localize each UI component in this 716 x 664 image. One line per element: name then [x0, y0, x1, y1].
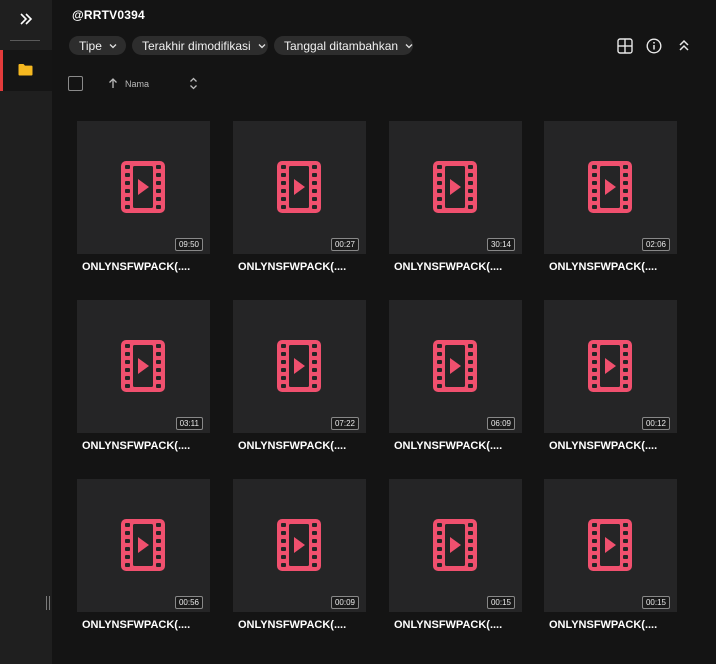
- video-duration-badge: 30:14: [486, 238, 515, 251]
- video-file-icon: [588, 340, 632, 392]
- file-name: ONLYNSFWPACK(....: [82, 261, 191, 273]
- video-duration-badge: 00:15: [641, 596, 670, 609]
- video-file-icon: [121, 519, 165, 571]
- video-duration-badge: 09:50: [174, 238, 203, 251]
- video-thumbnail: 00:12: [544, 300, 677, 433]
- video-thumbnail: 30:14: [389, 121, 522, 254]
- video-thumbnail: 02:06: [544, 121, 677, 254]
- video-duration-badge: 00:09: [330, 596, 359, 609]
- video-duration-badge: 00:27: [330, 238, 359, 251]
- video-file-tile[interactable]: 02:06 ONLYNSFWPACK(....: [544, 121, 678, 281]
- video-file-tile[interactable]: 00:15 ONLYNSFWPACK(....: [389, 479, 523, 639]
- file-name: ONLYNSFWPACK(....: [238, 440, 347, 452]
- file-name: ONLYNSFWPACK(....: [394, 619, 503, 631]
- file-name: ONLYNSFWPACK(....: [549, 619, 658, 631]
- video-file-icon: [433, 519, 477, 571]
- video-thumbnail: 03:11: [77, 300, 210, 433]
- video-thumbnail: 00:15: [389, 479, 522, 612]
- video-file-icon: [121, 340, 165, 392]
- video-file-icon: [277, 340, 321, 392]
- file-name: ONLYNSFWPACK(....: [82, 619, 191, 631]
- video-file-tile[interactable]: 00:15 ONLYNSFWPACK(....: [544, 479, 678, 639]
- file-name: ONLYNSFWPACK(....: [238, 619, 347, 631]
- video-duration-badge: 00:15: [486, 596, 515, 609]
- file-name: ONLYNSFWPACK(....: [394, 440, 503, 452]
- video-thumbnail: 00:09: [233, 479, 366, 612]
- video-file-tile[interactable]: 00:12 ONLYNSFWPACK(....: [544, 300, 678, 460]
- video-file-tile[interactable]: 06:09 ONLYNSFWPACK(....: [389, 300, 523, 460]
- file-grid: 09:50 ONLYNSFWPACK(.... 00:27 ONLYNSFWPA…: [0, 0, 716, 664]
- video-file-tile[interactable]: 09:50 ONLYNSFWPACK(....: [77, 121, 211, 281]
- video-duration-badge: 03:11: [175, 417, 203, 430]
- video-duration-badge: 02:06: [641, 238, 670, 251]
- video-file-icon: [433, 340, 477, 392]
- video-thumbnail: 00:56: [77, 479, 210, 612]
- video-thumbnail: 00:15: [544, 479, 677, 612]
- file-name: ONLYNSFWPACK(....: [549, 440, 658, 452]
- file-name: ONLYNSFWPACK(....: [238, 261, 347, 273]
- video-thumbnail: 07:22: [233, 300, 366, 433]
- video-file-icon: [433, 161, 477, 213]
- video-duration-badge: 00:56: [174, 596, 203, 609]
- file-name: ONLYNSFWPACK(....: [394, 261, 503, 273]
- video-file-tile[interactable]: 00:56 ONLYNSFWPACK(....: [77, 479, 211, 639]
- video-duration-badge: 07:22: [330, 417, 359, 430]
- video-file-tile[interactable]: 00:27 ONLYNSFWPACK(....: [233, 121, 367, 281]
- video-thumbnail: 00:27: [233, 121, 366, 254]
- video-file-tile[interactable]: 30:14 ONLYNSFWPACK(....: [389, 121, 523, 281]
- video-thumbnail: 06:09: [389, 300, 522, 433]
- video-thumbnail: 09:50: [77, 121, 210, 254]
- video-file-tile[interactable]: 00:09 ONLYNSFWPACK(....: [233, 479, 367, 639]
- file-manager: @RRTV0394 Tipe Terakhir dimodifikasi Tan…: [0, 0, 716, 664]
- video-file-tile[interactable]: 03:11 ONLYNSFWPACK(....: [77, 300, 211, 460]
- video-file-icon: [121, 161, 165, 213]
- video-duration-badge: 06:09: [486, 417, 515, 430]
- video-file-icon: [588, 161, 632, 213]
- video-file-tile[interactable]: 07:22 ONLYNSFWPACK(....: [233, 300, 367, 460]
- file-name: ONLYNSFWPACK(....: [549, 261, 658, 273]
- file-name: ONLYNSFWPACK(....: [82, 440, 191, 452]
- video-file-icon: [588, 519, 632, 571]
- video-file-icon: [277, 161, 321, 213]
- video-file-icon: [277, 519, 321, 571]
- video-duration-badge: 00:12: [641, 417, 670, 430]
